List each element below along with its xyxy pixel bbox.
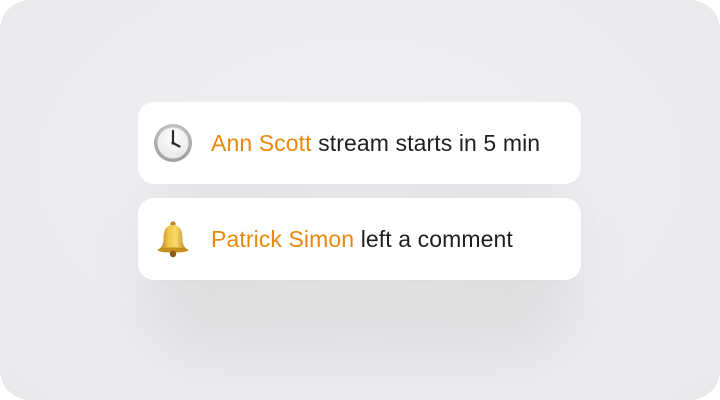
- notification-author: Ann Scott: [211, 129, 312, 156]
- bell-icon: [153, 219, 193, 259]
- notification-author: Patrick Simon: [211, 225, 355, 252]
- notification-message: left a comment: [360, 225, 513, 252]
- notification-text: Patrick Simon left a comment: [211, 226, 513, 253]
- notification-text: Ann Scott stream starts in 5 min: [211, 130, 540, 157]
- clock-icon: [153, 123, 193, 163]
- notification-message: stream starts in 5 min: [318, 129, 541, 156]
- notification-panel: Ann Scott stream starts in 5 min Patrick…: [0, 0, 720, 400]
- notification-card-comment[interactable]: Patrick Simon left a comment: [138, 198, 581, 280]
- notification-card-stream[interactable]: Ann Scott stream starts in 5 min: [138, 102, 581, 184]
